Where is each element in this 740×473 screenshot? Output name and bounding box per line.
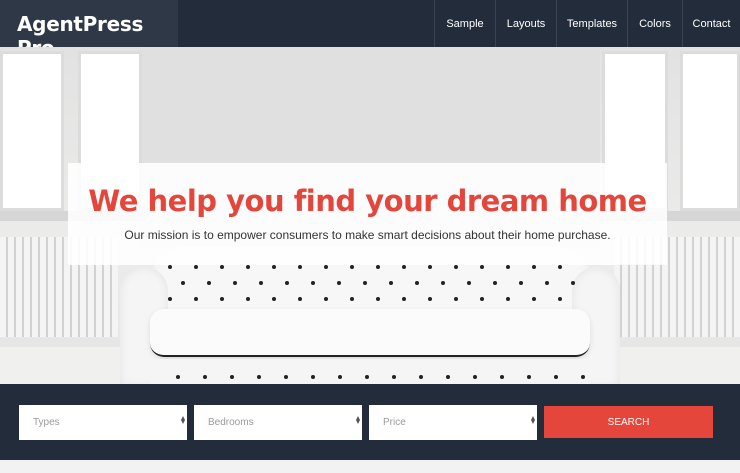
sofa-base-tuft [257,375,261,379]
chevron-down-icon [531,420,535,424]
sofa-base-tuft [446,375,450,379]
sofa-tuft [428,265,432,269]
sofa-tuft [558,265,562,269]
hero-headline: We help you find your dream home [88,184,647,218]
window-left-1 [0,51,64,211]
sofa-tuft [298,297,302,301]
sofa-tuft [376,297,380,301]
sofa-tuft [298,265,302,269]
sofa-tuft [532,265,536,269]
sofa-tuft [324,265,328,269]
sofa-tuft [220,297,224,301]
sofa-tuft [272,265,276,269]
price-select-label: Price [383,417,406,428]
sofa-base-tuft [284,375,288,379]
hero-subline: Our mission is to empower consumers to m… [124,228,611,242]
types-select[interactable]: Types [19,405,187,440]
nav-item-contact[interactable]: Contact [682,0,740,47]
sofa-tuft [272,297,276,301]
sofa-base-tuft [473,375,477,379]
sofa-base-tuft [311,375,315,379]
sofa-tuft [311,281,315,285]
bedrooms-select[interactable]: Bedrooms [194,405,362,440]
sofa-tuft [402,297,406,301]
sofa-tuft [545,281,549,285]
sofa-tuft [194,297,198,301]
sofa-tuft [454,297,458,301]
search-button[interactable]: SEARCH [544,406,713,438]
chevron-down-icon [356,420,360,424]
sofa-tuft [506,297,510,301]
sofa-tuft [480,265,484,269]
sofa-tuft [389,281,393,285]
sofa-tuft [220,265,224,269]
sofa-tuft [480,297,484,301]
sofa-tuft [467,281,471,285]
sofa-tuft [259,281,263,285]
sofa-base-tuft [365,375,369,379]
sofa-base-tuft [500,375,504,379]
nav-item-templates[interactable]: Templates [556,0,627,47]
price-select[interactable]: Price [369,405,537,440]
sofa-base-tuft [230,375,234,379]
nav-item-sample[interactable]: Sample [434,0,495,47]
sofa-base-tuft [203,375,207,379]
sofa-tuft [571,281,575,285]
page-bottom-strip [0,460,740,473]
sofa-tuft [441,281,445,285]
sofa-tuft [168,265,172,269]
sofa-tuft [246,265,250,269]
sofa-tuft [493,281,497,285]
logo-box[interactable]: AgentPress Pro [0,0,178,60]
sofa-tuft [519,281,523,285]
sofa-tuft [194,265,198,269]
sofa-tuft [376,265,380,269]
sofa-tuft [363,281,367,285]
bedrooms-select-label: Bedrooms [208,417,254,428]
sofa-base-tuft [392,375,396,379]
sofa-tuft [246,297,250,301]
sofa-tuft [350,265,354,269]
sofa-tuft [233,281,237,285]
sofa-tuft [532,297,536,301]
sofa-tuft [350,297,354,301]
sofa-tuft [181,281,185,285]
sofa-tuft [337,281,341,285]
sofa-tuft [207,281,211,285]
sofa-tuft [428,297,432,301]
sofa-tuft [506,265,510,269]
sofa-tuft [415,281,419,285]
sofa-tuft [285,281,289,285]
nav-item-colors[interactable]: Colors [627,0,682,47]
sofa-base-tuft [338,375,342,379]
sofa-tuft [558,297,562,301]
sofa-base-tuft [176,375,180,379]
sofa-tuft [402,265,406,269]
chevron-down-icon [181,420,185,424]
sofa-base-tuft [554,375,558,379]
sofa-tuft [454,265,458,269]
sofa-base-tuft [419,375,423,379]
window-right-2 [680,51,740,211]
site-header: AgentPress Pro Sample Layouts Templates … [0,0,740,60]
sofa-base [150,359,590,384]
main-nav: Sample Layouts Templates Colors Contact [434,0,740,47]
nav-item-layouts[interactable]: Layouts [495,0,556,47]
sofa-base-tuft [527,375,531,379]
sofa-tuft [324,297,328,301]
types-select-label: Types [33,417,60,428]
sofa-base-tuft [581,375,585,379]
sofa-seat [150,309,590,357]
sofa-tuft [168,297,172,301]
